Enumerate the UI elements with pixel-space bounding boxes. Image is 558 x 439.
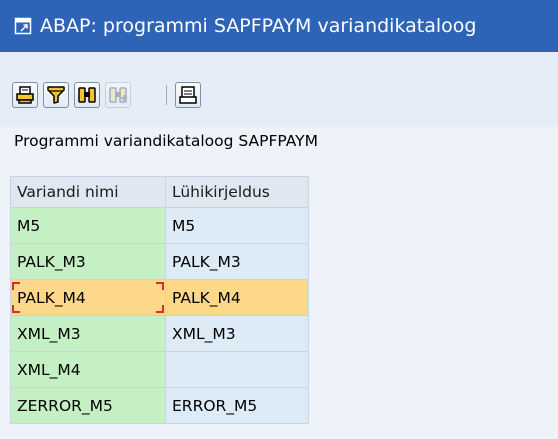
variant-description-cell[interactable]: M5 bbox=[165, 207, 309, 244]
variant-description-cell[interactable]: PALK_M4 bbox=[165, 279, 309, 316]
variant-description-cell[interactable]: ERROR_M5 bbox=[165, 387, 309, 424]
table-header-row: Variandi nimi Lühikirjeldus bbox=[10, 176, 309, 208]
application-toolbar bbox=[0, 52, 558, 127]
external-window-icon bbox=[14, 17, 32, 35]
variant-name-cell[interactable]: M5 bbox=[10, 207, 166, 244]
variant-description-cell[interactable] bbox=[165, 351, 309, 388]
window-titlebar: ABAP: programmi SAPFPAYM variandikataloo… bbox=[0, 0, 558, 52]
local-file-button[interactable] bbox=[175, 82, 201, 108]
list-caption: Programmi variandikataloog SAPFPAYM bbox=[14, 132, 318, 150]
print-button[interactable] bbox=[12, 82, 38, 108]
variant-name-cell[interactable]: XML_M4 bbox=[10, 351, 166, 388]
variant-name-text: PALK_M4 bbox=[17, 288, 86, 307]
table-row-selected[interactable]: PALK_M4 PALK_M4 bbox=[10, 279, 309, 316]
variant-name-cell[interactable]: ZERROR_M5 bbox=[10, 387, 166, 424]
variant-description-cell[interactable]: PALK_M3 bbox=[165, 243, 309, 280]
variant-name-cell[interactable]: PALK_M3 bbox=[10, 243, 166, 280]
table-row[interactable]: M5 M5 bbox=[10, 207, 309, 244]
filter-button[interactable] bbox=[43, 82, 69, 108]
find-next-button[interactable] bbox=[105, 82, 131, 108]
table-row[interactable]: ZERROR_M5 ERROR_M5 bbox=[10, 387, 309, 424]
variant-description-cell[interactable]: XML_M3 bbox=[165, 315, 309, 352]
window-title: ABAP: programmi SAPFPAYM variandikataloo… bbox=[40, 15, 477, 37]
variant-name-cell-focused[interactable]: PALK_M4 bbox=[10, 279, 166, 316]
variant-catalog-table: Variandi nimi Lühikirjeldus M5 M5 PALK_M… bbox=[10, 176, 309, 424]
table-row[interactable]: PALK_M3 PALK_M3 bbox=[10, 243, 309, 280]
find-icon bbox=[78, 87, 96, 103]
print-icon bbox=[16, 86, 34, 104]
variant-name-cell[interactable]: XML_M3 bbox=[10, 315, 166, 352]
table-row[interactable]: XML_M3 XML_M3 bbox=[10, 315, 309, 352]
column-header-short-description[interactable]: Lühikirjeldus bbox=[165, 176, 309, 208]
table-row[interactable]: XML_M4 bbox=[10, 351, 309, 388]
find-button[interactable] bbox=[74, 82, 100, 108]
find-next-icon bbox=[109, 87, 127, 103]
toolbar-separator bbox=[166, 85, 167, 105]
filter-icon bbox=[47, 86, 65, 104]
local-file-icon bbox=[179, 86, 197, 104]
column-header-variant-name[interactable]: Variandi nimi bbox=[10, 176, 166, 208]
